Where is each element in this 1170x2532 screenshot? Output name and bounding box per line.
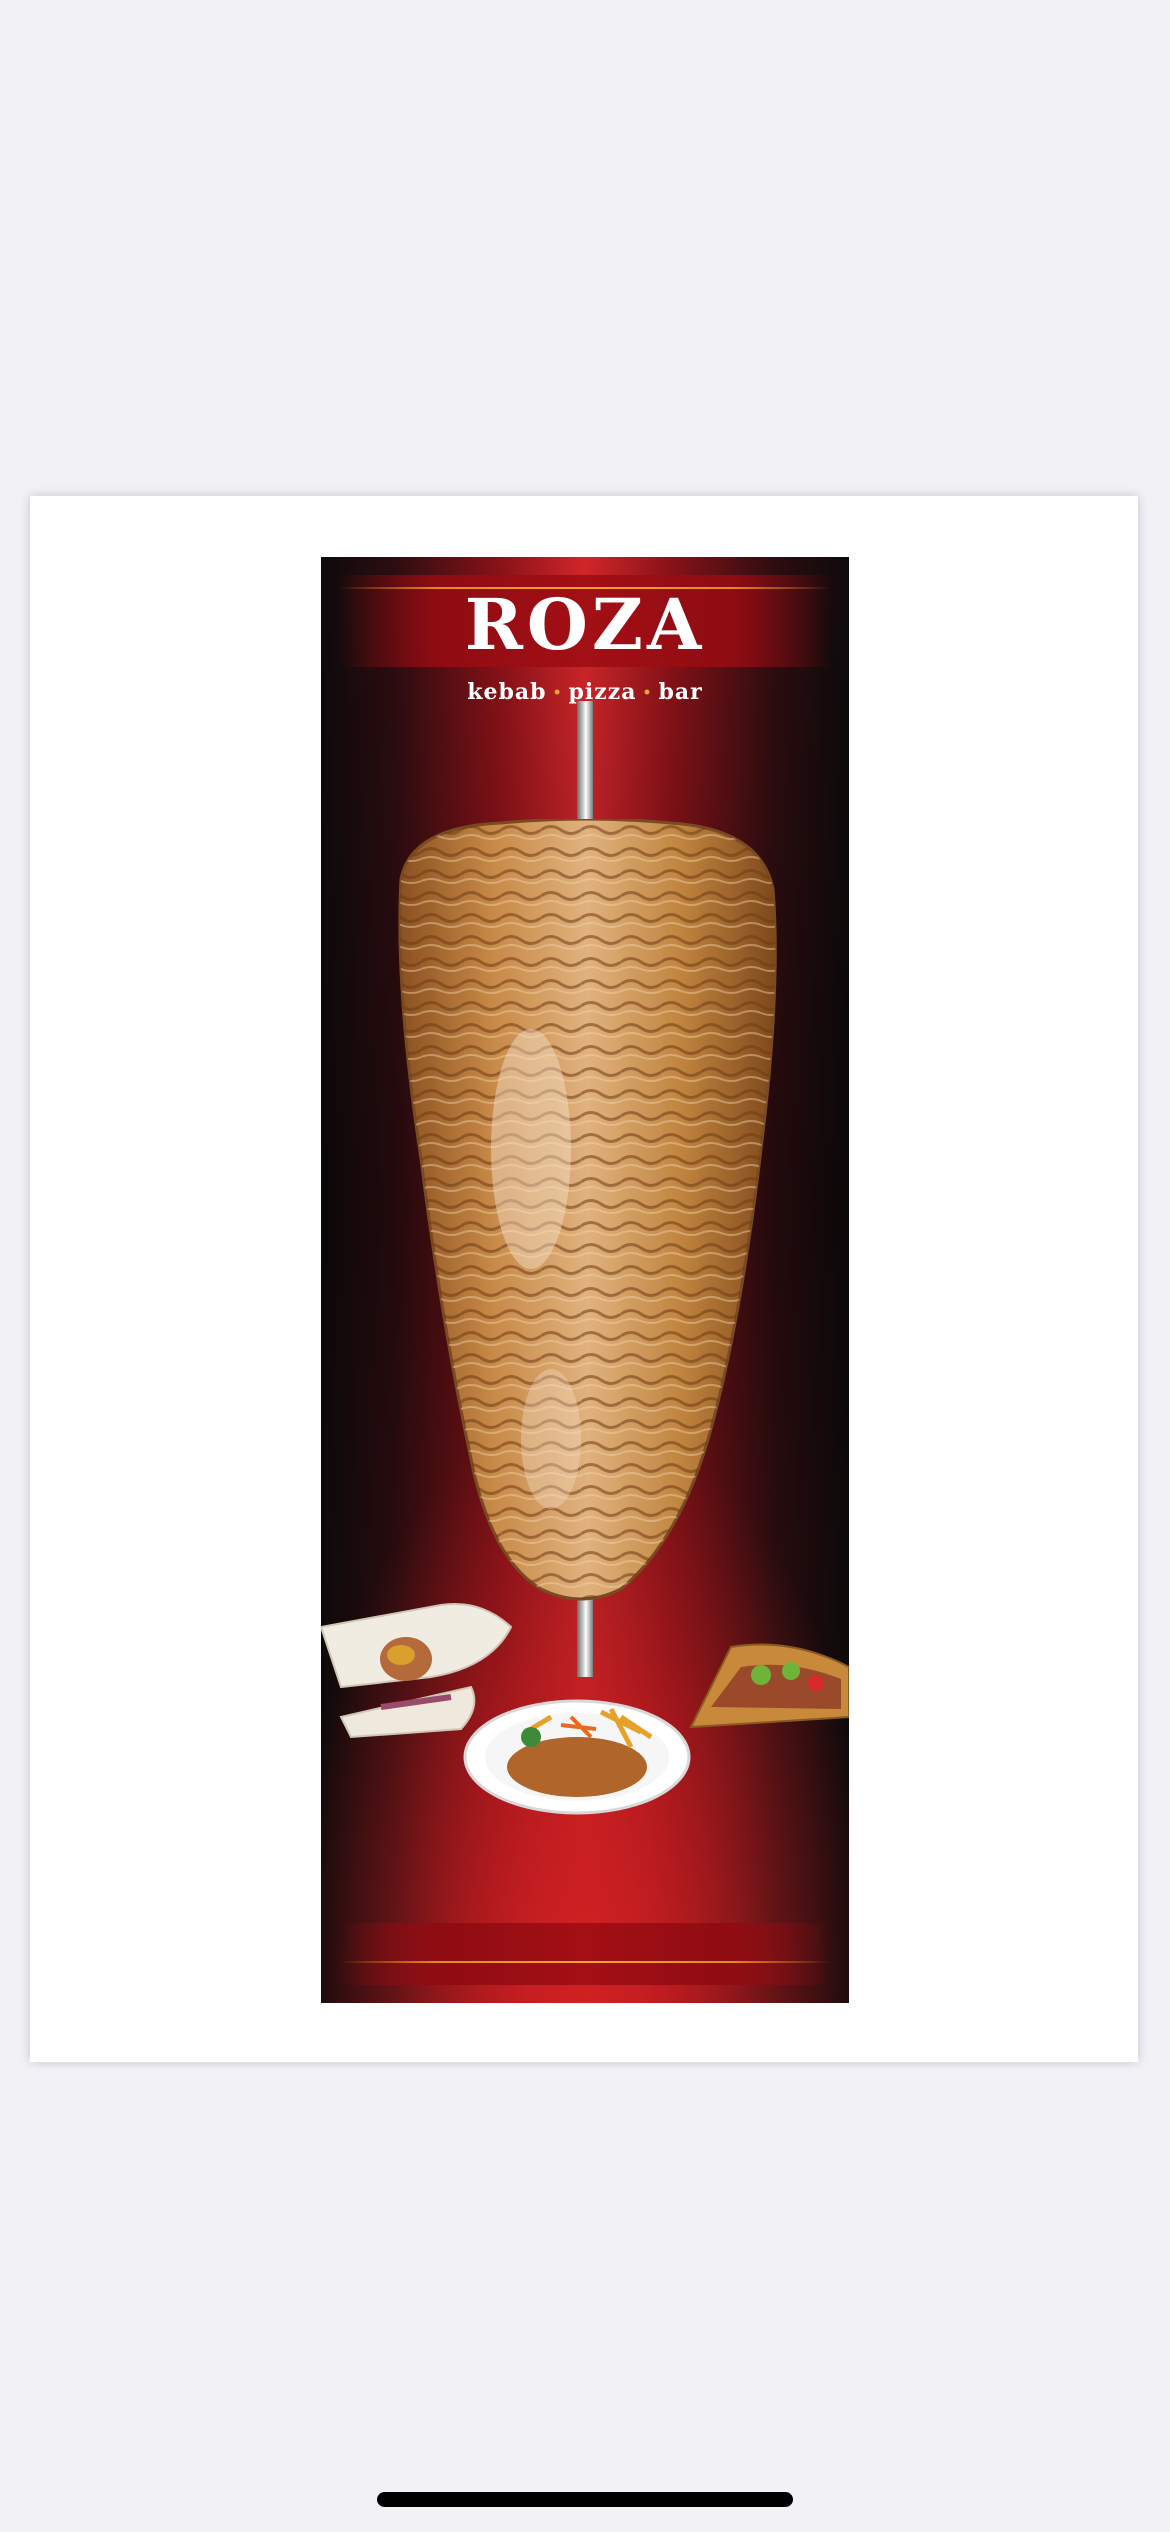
doner-kebab-image bbox=[398, 819, 777, 1601]
tagline-kebab: kebab bbox=[467, 679, 547, 705]
tagline-bar: bar bbox=[658, 679, 703, 705]
brand-title: ROZA bbox=[464, 583, 706, 666]
footer-gold-line bbox=[339, 1961, 831, 1963]
image-preview-card[interactable]: ROZA kebab • pizza • bar bbox=[30, 496, 1138, 2062]
poster-footer-band bbox=[339, 1923, 831, 1985]
kebab-plate-image bbox=[463, 1699, 691, 1815]
tagline-separator-2: • bbox=[642, 685, 653, 701]
food-illustrations bbox=[321, 1603, 849, 1815]
home-indicator[interactable] bbox=[377, 2492, 793, 2507]
wrap-sandwich-image bbox=[321, 1603, 513, 1739]
pizza-slice-image bbox=[689, 1643, 849, 1729]
skewer-top bbox=[577, 701, 593, 825]
restaurant-poster: ROZA kebab • pizza • bar bbox=[321, 557, 849, 2003]
screen: ROZA kebab • pizza • bar bbox=[0, 0, 1170, 2532]
tagline-separator-1: • bbox=[552, 685, 563, 701]
